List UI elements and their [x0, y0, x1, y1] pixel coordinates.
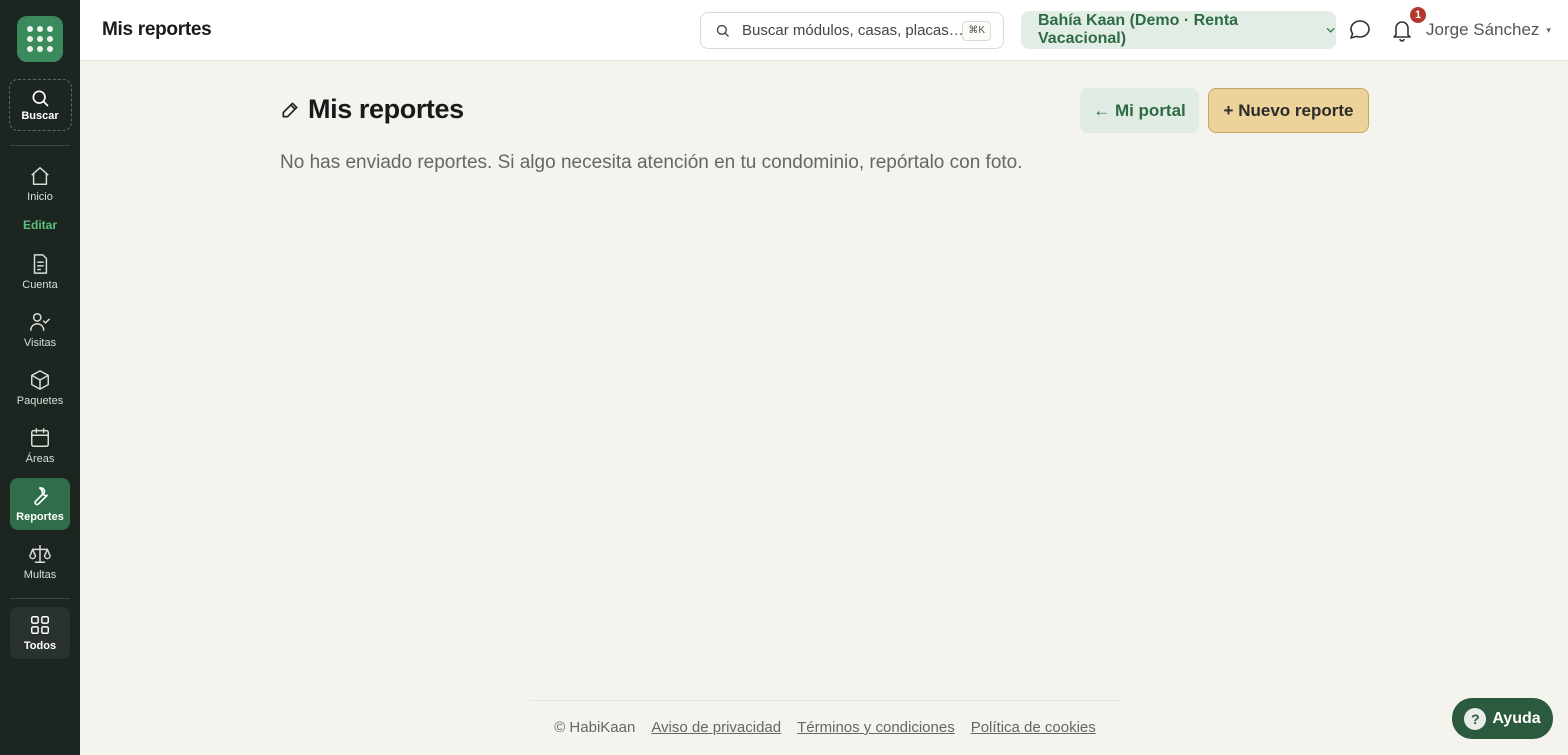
- global-search[interactable]: ⌘K: [700, 12, 1004, 49]
- empty-state-message: No has enviado reportes. Si algo necesit…: [280, 152, 1023, 173]
- search-icon: [32, 90, 49, 107]
- sidebar-item-label: Paquetes: [16, 395, 64, 407]
- sidebar-item-visitas[interactable]: Visitas: [10, 304, 70, 356]
- page-heading: Mis reportes: [280, 94, 464, 125]
- page-title: Mis reportes: [308, 94, 464, 124]
- pencil-icon: [282, 102, 298, 117]
- sidebar: Buscar Inicio Editar Cuenta Visitas Paqu…: [0, 0, 80, 755]
- sidebar-item-inicio[interactable]: Inicio: [10, 158, 70, 210]
- footer-privacy-link[interactable]: Aviso de privacidad: [651, 719, 781, 736]
- top-header: Mis reportes ⌘K Bahía Kaan (Demo · Renta…: [80, 0, 1568, 61]
- footer-copyright: © HabiKaan: [554, 719, 636, 736]
- sidebar-item-label: Áreas: [25, 453, 55, 465]
- help-button[interactable]: ? Ayuda: [1452, 698, 1553, 739]
- caret-down-icon: ▾: [1546, 24, 1551, 35]
- sidebar-search-button[interactable]: Buscar: [8, 79, 72, 131]
- grid-icon: [31, 616, 49, 634]
- user-menu[interactable]: Jorge Sánchez ▾: [1426, 20, 1551, 40]
- sidebar-item-areas[interactable]: Áreas: [10, 420, 70, 472]
- wrench-icon: [34, 487, 48, 506]
- sidebar-item-label: Reportes: [16, 511, 64, 523]
- user-check-icon: [30, 313, 50, 331]
- header-title: Mis reportes: [102, 19, 212, 40]
- bell-icon[interactable]: [1390, 18, 1414, 42]
- my-portal-button[interactable]: ← Mi portal: [1080, 88, 1199, 133]
- footer-terms-link[interactable]: Términos y condiciones: [797, 719, 955, 736]
- receipt-icon: [33, 254, 48, 274]
- sidebar-item-reportes[interactable]: Reportes: [10, 478, 70, 530]
- calendar-icon: [31, 428, 49, 447]
- footer: © HabiKaan Aviso de privacidad Términos …: [530, 700, 1120, 736]
- sidebar-item-label: Visitas: [23, 337, 57, 349]
- help-icon: ?: [1464, 707, 1487, 730]
- search-input[interactable]: [742, 22, 962, 39]
- sidebar-item-label: Cuenta: [22, 279, 58, 291]
- sidebar-divider: [10, 598, 70, 599]
- site-selector-label: Bahía Kaan (Demo · Renta Vacacional): [1038, 12, 1239, 47]
- site-selector[interactable]: Bahía Kaan (Demo · Renta Vacacional): [1021, 11, 1336, 49]
- sidebar-edit-link[interactable]: Editar: [23, 218, 57, 232]
- sidebar-divider: [10, 145, 70, 146]
- sidebar-item-todos[interactable]: Todos: [10, 607, 70, 659]
- app-launcher-icon[interactable]: [17, 16, 63, 62]
- notification-badge: 1: [1410, 7, 1426, 23]
- home-icon: [31, 167, 49, 185]
- user-name: Jorge Sánchez: [1426, 20, 1540, 39]
- sidebar-item-multas[interactable]: Multas: [10, 536, 70, 588]
- sidebar-item-paquetes[interactable]: Paquetes: [10, 362, 70, 414]
- sidebar-search-label: Buscar: [21, 110, 59, 122]
- search-icon: [716, 24, 729, 37]
- chat-icon[interactable]: [1348, 18, 1372, 42]
- scale-icon: [29, 545, 51, 563]
- help-label: Ayuda: [1492, 709, 1541, 727]
- package-icon: [31, 370, 49, 390]
- sidebar-item-label: Inicio: [27, 191, 53, 203]
- chevron-down-icon: [1326, 27, 1335, 33]
- new-report-button[interactable]: + Nuevo reporte: [1208, 88, 1369, 133]
- footer-cookies-link[interactable]: Política de cookies: [971, 719, 1096, 736]
- search-shortcut-badge: ⌘K: [962, 21, 991, 41]
- sidebar-item-label: Todos: [23, 640, 57, 652]
- sidebar-item-cuenta[interactable]: Cuenta: [10, 246, 70, 298]
- sidebar-item-label: Multas: [23, 569, 57, 581]
